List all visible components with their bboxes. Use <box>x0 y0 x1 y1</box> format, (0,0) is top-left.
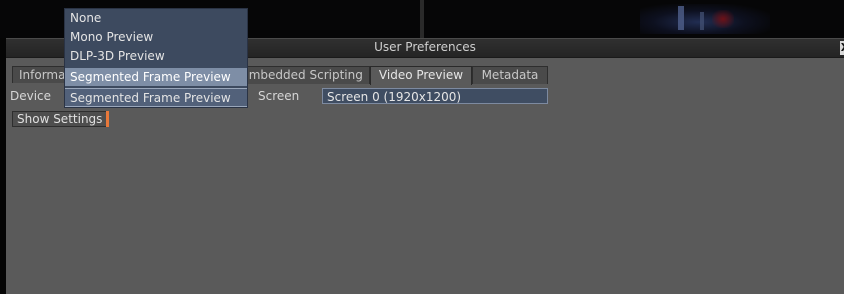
show-settings-button[interactable]: Show Settings <box>12 111 108 127</box>
dropdown-option-none[interactable]: None <box>65 9 247 27</box>
tab-metadata[interactable]: Metadata <box>472 66 548 84</box>
device-dropdown-menu: None Mono Preview DLP-3D Preview Segment… <box>64 8 248 108</box>
device-label: Device <box>10 89 52 103</box>
viewer-divider <box>420 0 424 38</box>
viewer-image-red-spot <box>712 10 734 28</box>
viewer-image-highlight <box>700 12 704 30</box>
viewer-image-highlight <box>678 6 684 30</box>
screen-label: Screen <box>258 89 300 103</box>
dropdown-option-segmented-frame-preview[interactable]: Segmented Frame Preview <box>65 68 247 86</box>
dropdown-current-selection[interactable]: Segmented Frame Preview <box>65 88 247 107</box>
dropdown-option-dlp-3d-preview[interactable]: DLP-3D Preview <box>65 47 247 65</box>
dropdown-option-mono-preview[interactable]: Mono Preview <box>65 28 247 46</box>
show-settings-toggle-indicator <box>106 111 109 127</box>
screen-select[interactable]: Screen 0 (1920x1200) <box>322 88 548 104</box>
close-icon[interactable]: X <box>840 41 844 55</box>
tab-embedded-scripting[interactable]: Embedded Scripting <box>234 66 370 84</box>
viewer-image-glow <box>640 4 770 34</box>
app-root: User Preferences X Information Embedded … <box>0 0 844 294</box>
tab-video-preview[interactable]: Video Preview <box>370 66 472 85</box>
